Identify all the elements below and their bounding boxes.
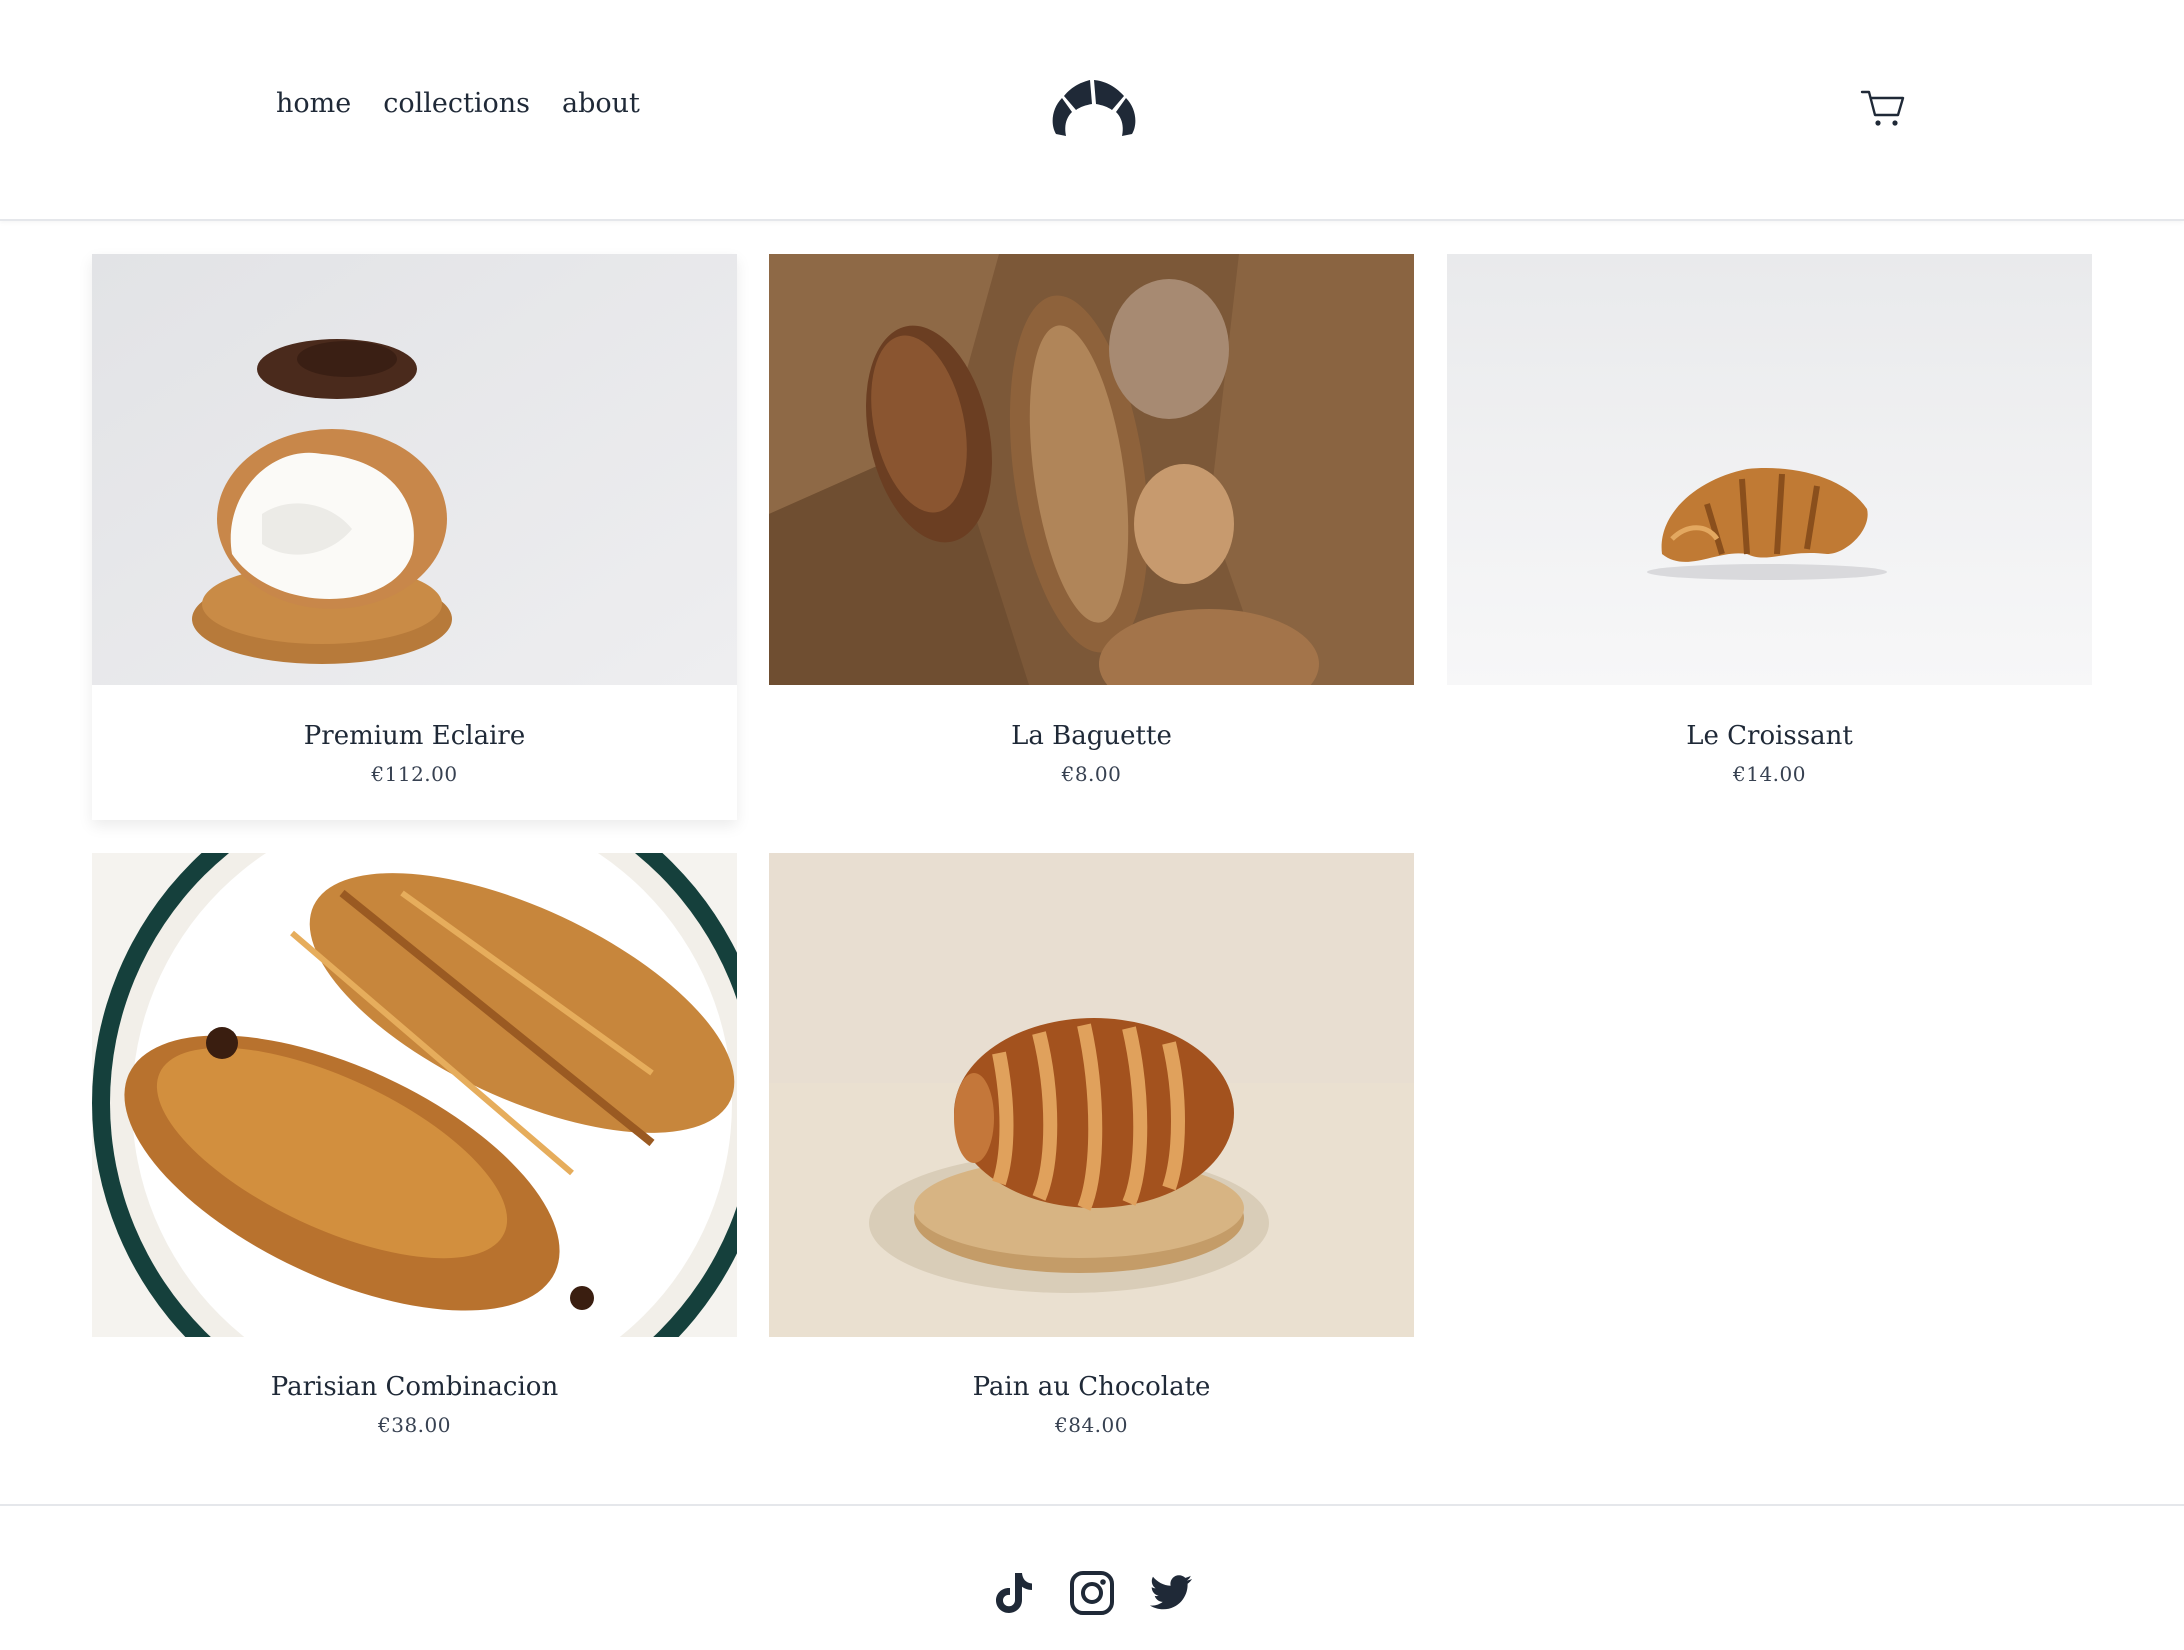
product-card[interactable]: La Baguette €8.00 [769, 254, 1414, 820]
twitter-icon[interactable] [1148, 1570, 1194, 1616]
nav-link-home[interactable]: home [276, 88, 351, 119]
product-name[interactable]: Parisian Combinacion [92, 1372, 737, 1402]
site-header: home collections about [0, 0, 2184, 221]
instagram-icon[interactable] [1069, 1570, 1115, 1616]
product-name[interactable]: Pain au Chocolate [769, 1372, 1414, 1402]
nav-link-collections[interactable]: collections [383, 88, 530, 119]
cart-icon[interactable] [1860, 88, 1906, 128]
tiktok-icon[interactable] [989, 1570, 1035, 1616]
product-name[interactable]: Le Croissant [1447, 721, 2092, 751]
product-name[interactable]: Premium Eclaire [92, 721, 737, 751]
product-image-pain-au-chocolat[interactable] [769, 853, 1414, 1337]
product-image-baguette[interactable] [769, 254, 1414, 685]
product-card[interactable]: Pain au Chocolate €84.00 [769, 853, 1414, 1473]
product-price: €112.00 [371, 762, 458, 786]
product-card[interactable]: Le Croissant €14.00 [1447, 254, 2092, 820]
product-name[interactable]: La Baguette [769, 721, 1414, 751]
product-card[interactable]: Parisian Combinacion €38.00 [92, 853, 737, 1473]
nav-link-about[interactable]: about [562, 88, 640, 119]
croissant-logo-icon[interactable] [1048, 74, 1140, 140]
product-card[interactable]: Premium Eclaire €112.00 [92, 254, 737, 820]
product-price: €38.00 [378, 1413, 451, 1437]
main-nav: home collections about [276, 88, 640, 119]
product-image-combinacion[interactable] [92, 853, 737, 1337]
product-image-croissant[interactable] [1447, 254, 2092, 685]
product-price: €14.00 [1733, 762, 1806, 786]
product-price: €84.00 [1055, 1413, 1128, 1437]
product-image-eclair[interactable] [92, 254, 737, 685]
product-price: €8.00 [1061, 762, 1122, 786]
